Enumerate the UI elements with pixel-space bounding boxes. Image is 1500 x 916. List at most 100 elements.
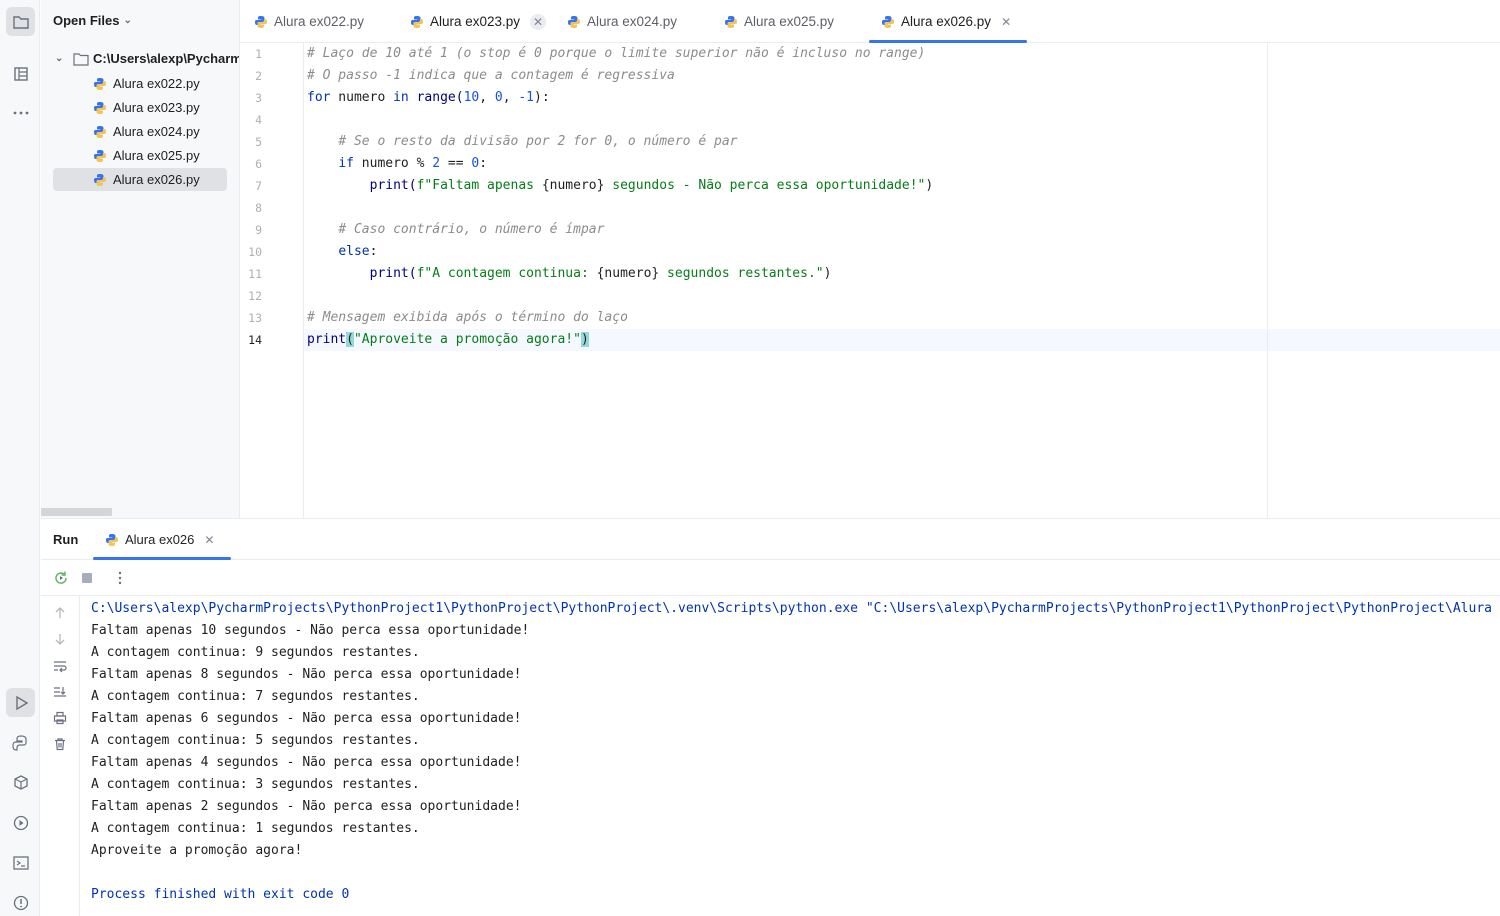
tree-file-label: Alura ex026.py — [113, 172, 200, 187]
line-number: 9 — [255, 223, 262, 237]
tree-file-ex023[interactable]: Alura ex023.py — [53, 96, 227, 119]
structure-tool-button[interactable] — [6, 59, 35, 88]
rerun-button[interactable] — [53, 570, 69, 586]
line-number: 3 — [255, 91, 262, 105]
console-line: Faltam apenas 2 segundos - Não perca ess… — [91, 799, 522, 814]
run-panel: Run Alura ex026 ✕ C:\Users\alexp\Pycharm… — [41, 518, 1500, 916]
tree-file-ex026[interactable]: Alura ex026.py — [53, 168, 227, 191]
tab-label: Alura ex026.py — [901, 14, 992, 29]
scroll-down-button[interactable] — [52, 631, 68, 647]
console-line: A contagem continua: 7 segundos restante… — [91, 689, 420, 704]
line-number: 6 — [255, 157, 262, 171]
python-file-icon — [725, 15, 737, 28]
services-button[interactable] — [6, 808, 35, 837]
console-line: Aproveite a promoção agora! — [91, 843, 303, 858]
keyword: if — [338, 156, 354, 171]
project-root-label: C:\Users\alexp\PycharmProjects — [93, 51, 240, 66]
line-number: 8 — [255, 201, 262, 215]
project-tool-button[interactable] — [6, 7, 35, 36]
python-console-button[interactable] — [6, 728, 35, 757]
console-output[interactable]: C:\Users\alexp\PycharmProjects\PythonPro… — [91, 598, 1500, 906]
tab-ex026[interactable]: Alura ex026.py ✕ — [869, 0, 1028, 43]
scroll-up-button[interactable] — [52, 605, 68, 621]
punct: ) — [823, 266, 832, 281]
line-number: 4 — [255, 113, 262, 127]
tab-ex023[interactable]: Alura ex023.py ✕ — [410, 0, 547, 43]
close-icon[interactable]: ✕ — [204, 533, 214, 547]
console-line: Faltam apenas 4 segundos - Não perca ess… — [91, 755, 522, 770]
keyword: for — [307, 90, 331, 105]
chevron-down-icon: ⌄ — [55, 53, 64, 64]
line-number: 10 — [248, 245, 262, 259]
editor-tabs: Alura ex022.py Alura ex023.py ✕ Alura ex… — [240, 0, 1500, 43]
console-line: A contagem continua: 5 segundos restante… — [91, 733, 420, 748]
string: segundos restantes." — [659, 266, 824, 281]
fstring-expr: {numero} — [541, 178, 605, 193]
project-view-selector[interactable]: Open Files ⌄ — [53, 13, 132, 28]
project-view-label: Open Files — [53, 13, 120, 28]
close-icon[interactable]: ✕ — [530, 13, 547, 30]
project-root-node[interactable]: ⌄ C:\Users\alexp\PycharmProjects — [55, 51, 240, 66]
terminal-button[interactable] — [6, 848, 35, 877]
keyword: else — [338, 244, 370, 259]
code-line-10: else: — [307, 241, 377, 263]
comment: # Laço de 10 até 1 (o stop é 0 porque o … — [307, 46, 926, 61]
soft-wrap-button[interactable] — [52, 658, 68, 674]
more-options-button[interactable] — [112, 570, 128, 586]
clear-output-button[interactable] — [52, 736, 68, 752]
stop-icon — [82, 573, 92, 583]
more-icon — [13, 111, 28, 114]
more-tools-button[interactable] — [6, 98, 35, 127]
line-number: 2 — [255, 69, 262, 83]
run-icon — [15, 695, 28, 710]
console-line: Faltam apenas 8 segundos - Não perca ess… — [91, 667, 522, 682]
line-number: 11 — [248, 267, 262, 281]
code-line-13: # Mensagem exibida após o término do laç… — [307, 307, 628, 329]
number: 10 — [463, 90, 480, 105]
stop-button[interactable] — [79, 570, 95, 586]
more-icon — [118, 571, 122, 585]
tab-label: Alura ex023.py — [430, 14, 521, 29]
run-tool-button[interactable] — [6, 688, 35, 717]
rerun-icon — [55, 571, 67, 584]
tab-label: Alura ex025.py — [744, 14, 835, 29]
tree-file-label: Alura ex023.py — [113, 100, 200, 115]
horizontal-scrollbar[interactable] — [41, 508, 112, 516]
problems-button[interactable] — [6, 888, 35, 916]
tab-ex024[interactable]: Alura ex024.py — [567, 0, 677, 43]
keyword: in — [393, 90, 409, 105]
scroll-down-icon — [55, 634, 65, 645]
console-line: Faltam apenas 10 segundos - Não perca es… — [91, 623, 530, 638]
tree-file-label: Alura ex025.py — [113, 148, 200, 163]
code-editor[interactable]: 1 2 3 4 5 6 7 8 9 10 11 12 13 14 # Laço … — [240, 43, 1500, 518]
python-packages-button[interactable] — [6, 768, 35, 797]
structure-icon — [13, 66, 28, 81]
tab-ex022[interactable]: Alura ex022.py — [254, 0, 364, 43]
right-margin-guide — [1267, 43, 1268, 518]
line-number: 7 — [255, 179, 262, 193]
tree-file-ex024[interactable]: Alura ex024.py — [53, 120, 227, 143]
ide-window: Open Files ⌄ ⌄ C:\Users\alexp\PycharmPro… — [0, 0, 1500, 916]
line-number: 5 — [255, 135, 262, 149]
close-icon[interactable]: ✕ — [1001, 15, 1011, 29]
code-line-14: print("Aproveite a promoção agora!") — [307, 329, 589, 351]
builtin-call: print( — [369, 178, 417, 193]
tab-ex025[interactable]: Alura ex025.py — [724, 0, 834, 43]
run-config-tab[interactable]: Alura ex026 ✕ — [105, 532, 214, 547]
punct: ): — [534, 90, 550, 105]
print-button[interactable] — [52, 710, 68, 726]
console-line: A contagem continua: 3 segundos restante… — [91, 777, 420, 792]
console-exit-line: Process finished with exit code 0 — [91, 887, 350, 902]
soft-wrap-icon — [54, 661, 67, 673]
tree-file-ex022[interactable]: Alura ex022.py — [53, 72, 227, 95]
comment: # Caso contrário, o número é ímpar — [338, 222, 605, 237]
tree-file-label: Alura ex022.py — [113, 76, 200, 91]
tree-file-ex025[interactable]: Alura ex025.py — [53, 144, 227, 167]
scroll-to-end-button[interactable] — [52, 684, 68, 700]
line-number: 12 — [248, 289, 262, 303]
number: -1 — [518, 90, 535, 105]
punct: : — [479, 156, 488, 171]
python-file-icon — [94, 125, 106, 138]
trash-icon — [55, 738, 65, 751]
